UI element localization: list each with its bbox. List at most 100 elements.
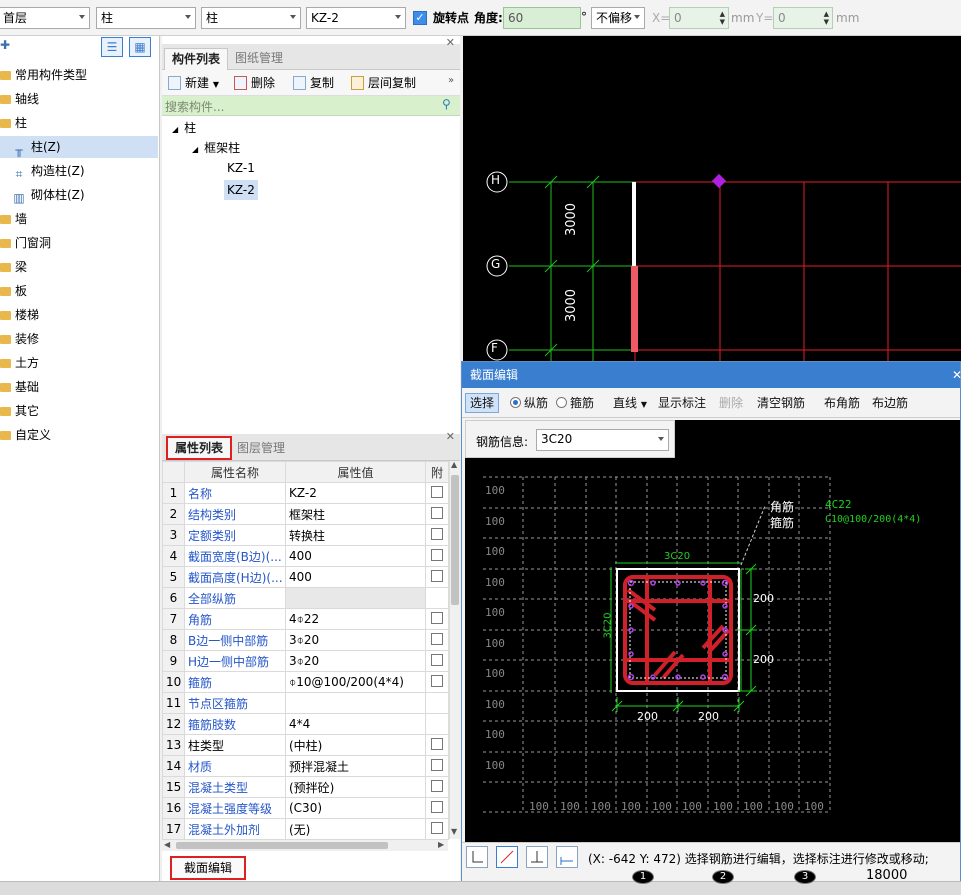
table-row[interactable]: 3 定额类别 转换柱 [162, 524, 449, 546]
table-row[interactable]: 9 H边一侧中部筋 3⌽20 [162, 650, 449, 672]
scroll-left-icon[interactable]: ◀ [164, 840, 170, 849]
floor-select[interactable]: 首层 [0, 7, 90, 29]
tab-property-list[interactable]: 属性列表 [166, 436, 233, 460]
prop-value[interactable]: 预拌混凝土 [285, 755, 426, 777]
list-view-icon[interactable]: ☰ [101, 37, 123, 57]
extra-cell[interactable] [425, 755, 449, 777]
scroll-right-icon[interactable]: ▶ [438, 840, 444, 849]
stirrup-radio[interactable]: 箍筋 [556, 395, 594, 411]
extra-cell[interactable] [425, 797, 449, 819]
y-input[interactable]: 0 ▲ ▼ [773, 7, 833, 29]
dim-label-bottom-left[interactable]: 200 [637, 710, 658, 723]
extra-cell[interactable] [425, 776, 449, 798]
property-hscrollbar[interactable]: ◀ ▶ [162, 840, 448, 851]
property-scrollbar[interactable]: ▲ ▼ [449, 460, 460, 839]
table-row[interactable]: 15 混凝土类型 (预拌砼) [162, 776, 449, 798]
tree-item-column-z[interactable]: ╥ 柱(Z) [0, 136, 158, 158]
extra-cell[interactable] [425, 734, 449, 756]
spinner-icon[interactable]: ▲ ▼ [824, 10, 829, 26]
prop-value[interactable] [285, 587, 426, 609]
tree-item-decoration[interactable]: 装修 [0, 328, 158, 350]
tree-item-common-types[interactable]: 常用构件类型 [0, 64, 158, 86]
delete-button[interactable]: 删除 [234, 74, 275, 92]
attach-checkbox[interactable] [431, 758, 443, 771]
line-dropdown[interactable]: 直线 ▼ [613, 395, 647, 413]
offset-select[interactable]: 不偏移 [591, 7, 645, 29]
tree-item-masonry-column[interactable]: ▥ 砌体柱(Z) [0, 184, 158, 206]
attach-checkbox[interactable] [431, 800, 443, 813]
extra-cell[interactable] [425, 503, 449, 525]
attach-checkbox[interactable] [431, 485, 443, 498]
tree-item-slab[interactable]: 板 [0, 280, 158, 302]
copy-button[interactable]: 复制 [293, 74, 334, 92]
close-icon[interactable]: ✕ [952, 362, 961, 388]
tree-item-foundation[interactable]: 基础 [0, 376, 158, 398]
tree-item-kz1[interactable]: KZ-1 [224, 158, 258, 178]
attach-checkbox[interactable] [431, 506, 443, 519]
angle-input[interactable]: 60 [503, 7, 581, 29]
attach-checkbox[interactable] [431, 569, 443, 582]
attach-checkbox[interactable] [431, 527, 443, 540]
prop-value[interactable]: ⌽10@100/200(4*4) [285, 671, 426, 693]
table-row[interactable]: 2 结构类别 框架柱 [162, 503, 449, 525]
dimension-icon[interactable] [556, 846, 578, 868]
dim-label-right-bottom[interactable]: 200 [753, 653, 774, 666]
edge-rebar-button[interactable]: 布边筋 [872, 395, 908, 411]
prop-value[interactable]: KZ-2 [285, 482, 426, 504]
pin-icon[interactable]: ✚ [0, 38, 10, 52]
prop-value[interactable]: (预拌砼) [285, 776, 426, 798]
table-row[interactable]: 12 箍筋肢数 4*4 [162, 713, 449, 735]
tree-item-wall[interactable]: 墙 [0, 208, 158, 230]
table-row[interactable]: 5 截面高度(H边)(... 400 [162, 566, 449, 588]
rotate-point-checkbox[interactable]: ✓ [413, 11, 427, 25]
spinner-icon[interactable]: ▲ ▼ [720, 10, 725, 26]
attach-checkbox[interactable] [431, 632, 443, 645]
floor-copy-button[interactable]: 层间复制 [351, 74, 416, 92]
tree-item-custom[interactable]: 自定义 [0, 424, 158, 446]
tab-layer-management[interactable]: 图层管理 [230, 438, 292, 460]
tree-item-stairs[interactable]: 楼梯 [0, 304, 158, 326]
extra-cell[interactable] [425, 671, 449, 693]
attach-checkbox[interactable] [431, 548, 443, 561]
component-select[interactable]: KZ-2 [306, 7, 406, 29]
dim-label-right-top[interactable]: 200 [753, 592, 774, 605]
tree-item-axis[interactable]: 轴线 [0, 88, 158, 110]
drawing-canvas[interactable]: H G F 3000 3000 [463, 36, 961, 362]
category-select[interactable]: 柱 [96, 7, 196, 29]
longitudinal-radio[interactable]: 纵筋 [510, 395, 548, 411]
prop-value[interactable]: 转换柱 [285, 524, 426, 546]
grid-view-icon[interactable]: ▦ [129, 37, 151, 57]
tree-item-openings[interactable]: 门窗洞 [0, 232, 158, 254]
prop-value[interactable]: 3⌽20 [285, 650, 426, 672]
close-icon[interactable]: ✕ [446, 36, 455, 49]
extra-cell[interactable] [425, 608, 449, 630]
attach-checkbox[interactable] [431, 737, 443, 750]
prop-value[interactable]: 4*4 [285, 713, 426, 735]
table-row[interactable]: 7 角筋 4⌽22 [162, 608, 449, 630]
search-icon[interactable]: ⚲ [442, 97, 451, 111]
tree-root-column[interactable]: ◢ 柱 [172, 118, 196, 140]
clear-rebar-button[interactable]: 清空钢筋 [757, 395, 805, 411]
extra-cell[interactable] [425, 524, 449, 546]
snap-icon[interactable] [496, 846, 518, 868]
prop-value[interactable]: 框架柱 [285, 503, 426, 525]
table-row[interactable]: 11 节点区箍筋 [162, 692, 449, 714]
collapse-icon[interactable]: ◢ [172, 125, 178, 134]
collapse-icon[interactable]: ◢ [192, 145, 198, 154]
tree-item-kz2[interactable]: KZ-2 [224, 180, 258, 200]
extra-cell[interactable] [425, 650, 449, 672]
table-row[interactable]: 14 材质 预拌混凝土 [162, 755, 449, 777]
corner-rebar-button[interactable]: 布角筋 [824, 395, 860, 411]
show-dims-button[interactable]: 显示标注 [658, 395, 706, 411]
search-input[interactable]: 搜索构件... [165, 98, 224, 115]
attach-checkbox[interactable] [431, 653, 443, 666]
dim-label-bottom-right[interactable]: 200 [698, 710, 719, 723]
tab-component-list[interactable]: 构件列表 [164, 48, 229, 70]
attach-checkbox[interactable] [431, 611, 443, 624]
prop-value[interactable]: 400 [285, 566, 426, 588]
extra-cell[interactable] [425, 545, 449, 567]
tree-item-beam[interactable]: 梁 [0, 256, 158, 278]
ortho-icon[interactable] [466, 846, 488, 868]
prop-value[interactable]: (无) [285, 818, 426, 840]
x-input[interactable]: 0 ▲ ▼ [669, 7, 729, 29]
